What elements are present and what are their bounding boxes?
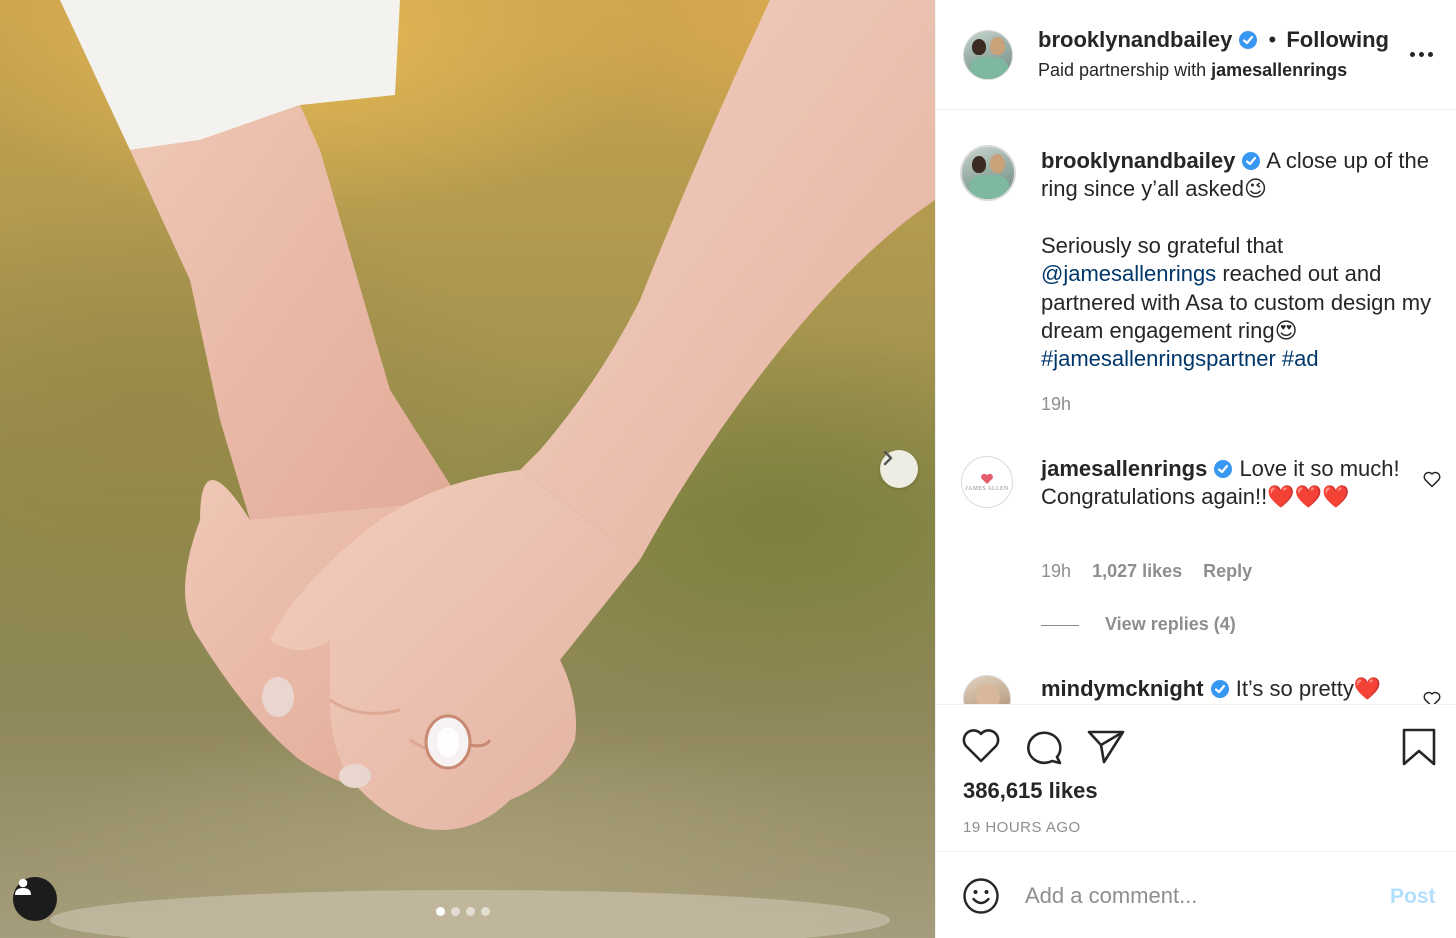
emoji-picker-icon[interactable] xyxy=(962,877,1000,915)
post-header: brooklynandbailey • Following Paid partn… xyxy=(936,0,1456,110)
comments-list[interactable]: brooklynandbailey A close up of the ring… xyxy=(936,111,1456,704)
paid-partnership-label: Paid partnership with xyxy=(1038,60,1207,80)
caption-timestamp[interactable]: 19h xyxy=(1041,394,1071,415)
header-title-line: brooklynandbailey • Following xyxy=(1038,27,1389,53)
post-likes-count[interactable]: 386,615 likes xyxy=(963,778,1098,804)
caption-author-avatar[interactable] xyxy=(960,145,1016,201)
carousel-dot xyxy=(466,907,475,916)
comment-body: mindymcknight It’s so pretty❤️ xyxy=(1041,675,1401,703)
heart-logo-icon xyxy=(981,473,993,484)
verified-badge-icon xyxy=(1239,31,1258,49)
more-dot xyxy=(1410,51,1415,57)
caption-username[interactable]: brooklynandbailey xyxy=(1041,148,1235,173)
comment-username[interactable]: jamesallenrings xyxy=(1041,456,1207,481)
verified-badge-icon xyxy=(1214,460,1233,478)
carousel-dot xyxy=(481,907,490,916)
chevron-right-icon xyxy=(883,450,893,466)
view-replies-button[interactable]: View replies (4) xyxy=(1041,614,1236,635)
view-replies-label: View replies (4) xyxy=(1105,614,1236,634)
carousel-indicator xyxy=(436,907,490,916)
hashtag-link[interactable]: #jamesallenringspartner xyxy=(1041,346,1276,371)
like-comment-heart-icon[interactable] xyxy=(1422,469,1442,489)
next-photo-button[interactable] xyxy=(880,450,918,488)
save-bookmark-icon[interactable] xyxy=(1401,727,1437,767)
comment-text: It’s so pretty❤️ xyxy=(1235,676,1382,701)
comment-username[interactable]: mindymcknight xyxy=(1041,676,1204,701)
caption-paragraph: Seriously so grateful that @jamesallenri… xyxy=(1041,232,1446,374)
comment-body: jamesallenrings Love it so much! Congrat… xyxy=(1041,455,1401,512)
add-comment-bar: Post xyxy=(936,852,1456,938)
tagged-users-button[interactable] xyxy=(13,877,57,921)
like-comment-heart-icon[interactable] xyxy=(1422,689,1442,704)
commenter-avatar[interactable] xyxy=(963,675,1011,704)
more-dot xyxy=(1419,51,1424,57)
post-timestamp[interactable]: 19 HOURS AGO xyxy=(963,819,1081,836)
header-separator: • xyxy=(1268,27,1277,52)
post-actions: 386,615 likes 19 HOURS AGO xyxy=(936,704,1456,852)
paid-partnership-line: Paid partnership with jamesallenrings xyxy=(1038,60,1347,81)
brand-logo-text: JAMES ALLEN xyxy=(965,485,1009,492)
carousel-dot xyxy=(436,907,445,916)
reply-button[interactable]: Reply xyxy=(1203,561,1252,581)
author-username[interactable]: brooklynandbailey xyxy=(1038,27,1232,52)
hands-illustration xyxy=(50,0,935,938)
carousel-dot xyxy=(451,907,460,916)
verified-badge-icon xyxy=(1210,680,1229,698)
post-side-panel: brooklynandbailey • Following Paid partn… xyxy=(935,0,1456,938)
replies-divider xyxy=(1041,624,1079,626)
comment-timestamp[interactable]: 19h xyxy=(1041,561,1071,581)
author-avatar[interactable] xyxy=(963,30,1013,80)
hashtag-link[interactable]: #ad xyxy=(1282,346,1319,371)
caption-text: brooklynandbailey A close up of the ring… xyxy=(1041,147,1446,374)
post-photo[interactable] xyxy=(0,0,935,938)
like-heart-icon[interactable] xyxy=(961,727,1001,765)
comment-meta: 19h 1,027 likes Reply xyxy=(1041,561,1252,582)
verified-badge-icon xyxy=(1242,152,1261,170)
more-options-button[interactable] xyxy=(1410,46,1438,62)
comment-input[interactable] xyxy=(1025,878,1365,914)
comment-likes[interactable]: 1,027 likes xyxy=(1092,561,1182,581)
mention-link[interactable]: @jamesallenrings xyxy=(1041,261,1216,286)
following-button[interactable]: Following xyxy=(1286,27,1389,52)
user-icon xyxy=(15,878,31,895)
share-paper-plane-icon[interactable] xyxy=(1086,727,1126,765)
comment-bubble-icon[interactable] xyxy=(1024,727,1064,765)
post-comment-button[interactable]: Post xyxy=(1390,885,1436,909)
caption-para-start: Seriously so grateful that xyxy=(1041,232,1284,258)
partner-link[interactable]: jamesallenrings xyxy=(1211,60,1347,80)
more-dot xyxy=(1428,51,1433,57)
commenter-avatar[interactable]: JAMES ALLEN xyxy=(961,456,1013,508)
